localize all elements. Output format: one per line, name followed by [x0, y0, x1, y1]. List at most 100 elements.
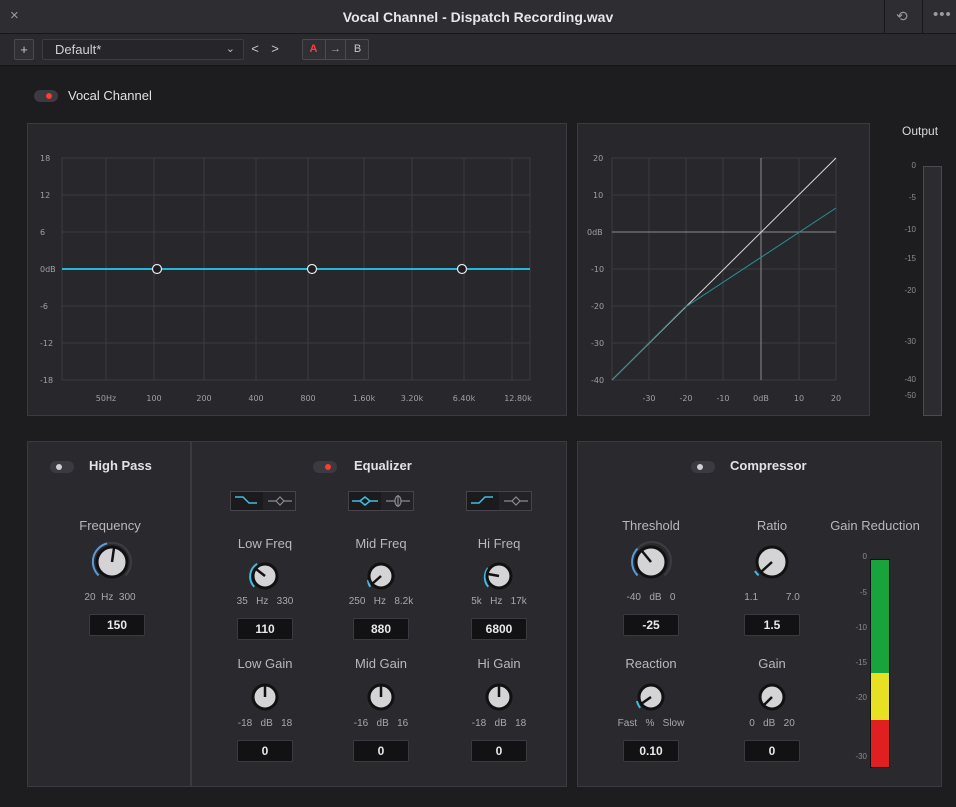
mid-freq-value[interactable]: 880: [353, 618, 409, 640]
compression-curve: [611, 207, 837, 381]
next-preset-button[interactable]: >: [266, 39, 284, 60]
mid-gain-value[interactable]: 0: [353, 740, 409, 762]
high-pass-panel: High Pass Frequency 20 Hz 300 150: [27, 441, 191, 787]
eq-x-tick: 200: [196, 394, 211, 403]
eq-graph-canvas: 18 12 6 0dB -6 -12 -18 50Hz 100 200 400 …: [40, 154, 532, 403]
preset-dropdown[interactable]: Default* ⌄: [42, 39, 244, 60]
eq-y-tick: -18: [40, 376, 53, 385]
toggle-indicator: [697, 464, 703, 470]
gain-value[interactable]: 0: [744, 740, 800, 762]
output-meter-tick: -20: [904, 286, 916, 295]
ratio-label: Ratio: [756, 518, 788, 533]
prev-preset-button[interactable]: <: [246, 39, 264, 60]
hi-gain-knob[interactable]: [482, 680, 516, 714]
output-meter-tick: -40: [904, 375, 916, 384]
bell-icon[interactable]: [349, 492, 381, 510]
output-meter-tick: -5: [908, 193, 916, 202]
eq-band-handle-mid[interactable]: [306, 263, 318, 275]
low-gain-value[interactable]: 0: [237, 740, 293, 762]
hi-freq-knob[interactable]: [482, 559, 516, 593]
bell-icon[interactable]: [500, 492, 532, 510]
output-meter-tick: 0: [911, 161, 916, 170]
a-button[interactable]: A: [303, 40, 324, 59]
eq-x-tick: 50Hz: [96, 394, 116, 403]
copy-a-to-b-button[interactable]: →: [325, 40, 346, 59]
frequency-value[interactable]: 150: [89, 614, 145, 636]
chevron-down-icon: ⌄: [225, 43, 235, 55]
ratio-value[interactable]: 1.5: [744, 614, 800, 636]
compressor-panel: Compressor Threshold -40 dB 0 -25 Ratio …: [577, 441, 942, 787]
reaction-value[interactable]: 0.10: [623, 740, 679, 762]
comp-y-tick: 20: [593, 154, 603, 163]
hi-freq-value[interactable]: 6800: [471, 618, 527, 640]
compressor-toggle[interactable]: [691, 461, 715, 473]
gr-tick: -15: [855, 658, 867, 667]
reaction-knob[interactable]: [634, 680, 668, 714]
gain-reduction-label: Gain Reduction: [830, 518, 920, 533]
low-freq-knob[interactable]: [248, 559, 282, 593]
hi-gain-value[interactable]: 0: [471, 740, 527, 762]
comp-y-tick: -10: [591, 265, 604, 274]
toggle-indicator: [56, 464, 62, 470]
mid-gain-range: -16 dB 16: [353, 718, 409, 729]
reaction-range: Fast % Slow: [617, 718, 685, 729]
low-band-shape-selector: [230, 491, 296, 511]
plugin-body: Vocal Channel 18 12 6 0dB -6 -12 -18 50H…: [0, 67, 956, 807]
eq-x-tick: 400: [248, 394, 263, 403]
mid-freq-label: Mid Freq: [355, 536, 407, 551]
toggle-indicator: [325, 464, 331, 470]
low-gain-knob[interactable]: [248, 680, 282, 714]
divider: [884, 0, 885, 34]
equalizer-toggle[interactable]: [313, 461, 337, 473]
threshold-knob[interactable]: [630, 541, 672, 583]
comp-y-tick: 10: [593, 191, 603, 200]
history-icon[interactable]: ⟲: [896, 8, 908, 25]
divider: [922, 0, 923, 34]
high-shelf-icon[interactable]: [467, 492, 499, 510]
eq-graph[interactable]: 18 12 6 0dB -6 -12 -18 50Hz 100 200 400 …: [27, 123, 567, 416]
notch-icon[interactable]: [382, 492, 414, 510]
more-options-icon[interactable]: •••: [933, 6, 952, 23]
eq-band-handle-low[interactable]: [151, 263, 163, 275]
b-button[interactable]: B: [347, 40, 368, 59]
high-pass-title: High Pass: [89, 458, 152, 473]
comp-y-tick: 0dB: [587, 228, 603, 237]
eq-y-tick: 6: [40, 228, 45, 237]
gain-range: 0 dB 20: [749, 718, 795, 729]
gain-label: Gain: [758, 656, 786, 671]
threshold-value[interactable]: -25: [623, 614, 679, 636]
bell-icon[interactable]: [264, 492, 296, 510]
comp-x-tick: 0dB: [753, 394, 769, 403]
gr-tick: -5: [859, 588, 867, 597]
mid-gain-knob[interactable]: [364, 680, 398, 714]
comp-x-tick: -20: [679, 394, 692, 403]
eq-band-handle-high[interactable]: [456, 263, 468, 275]
eq-x-tick: 800: [300, 394, 315, 403]
plugin-enable-toggle[interactable]: [34, 90, 58, 102]
gr-tick: -20: [855, 693, 867, 702]
gain-knob[interactable]: [755, 680, 789, 714]
frequency-range: 20 Hz 300: [84, 592, 136, 603]
mid-freq-knob[interactable]: [364, 559, 398, 593]
comp-y-tick: -30: [591, 339, 604, 348]
comp-y-tick: -40: [591, 376, 604, 385]
output-meter-bar: [923, 166, 942, 416]
gr-tick: -30: [855, 752, 867, 761]
comp-x-tick: -10: [716, 394, 729, 403]
mid-band-shape-selector: [348, 491, 414, 511]
comp-y-tick: -20: [591, 302, 604, 311]
low-freq-value[interactable]: 110: [237, 618, 293, 640]
ratio-range: 1.1 7.0: [744, 592, 800, 603]
hi-freq-label: Hi Freq: [477, 536, 521, 551]
add-preset-button[interactable]: +: [14, 39, 34, 60]
low-shelf-icon[interactable]: [231, 492, 263, 510]
frequency-knob[interactable]: [91, 541, 133, 583]
meter-green-zone: [871, 560, 889, 673]
high-pass-toggle[interactable]: [50, 461, 74, 473]
output-meter-tick: -50: [904, 391, 916, 400]
compressor-graph-canvas: 20 10 0dB -10 -20 -30 -40 -30 -20 -10 0d…: [587, 154, 841, 403]
gain-reduction-scale: 0 -5 -10 -15 -20 -30: [841, 552, 871, 768]
preset-value: Default*: [55, 42, 102, 57]
hi-band-shape-selector: [466, 491, 532, 511]
ratio-knob[interactable]: [751, 541, 793, 583]
